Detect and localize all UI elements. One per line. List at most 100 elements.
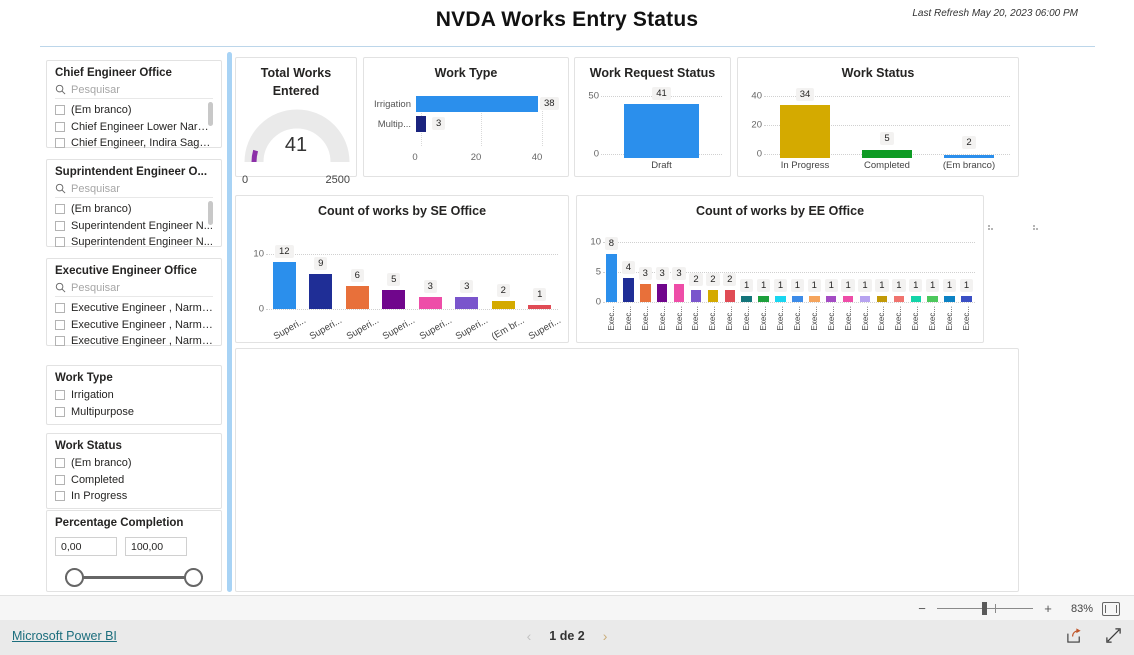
slicer-item-list[interactable]: (Em branco) Superintendent Engineer N...… (55, 201, 213, 251)
slicer-item[interactable]: Superintendent Engineer N... (55, 251, 213, 252)
slicer-item[interactable]: Chief Engineer, Indira Sagar... (55, 135, 213, 152)
bar-slot[interactable]: 5 (846, 90, 928, 159)
slicer-search-row[interactable]: Pesquisar (55, 279, 213, 297)
fullscreen-icon[interactable] (1105, 627, 1122, 649)
slicer-item[interactable]: Executive Engineer , Narma... (55, 350, 213, 351)
visual-count-of-works-by-se-office[interactable]: Count of works by SE Office 10 0 12 9 6 … (235, 195, 569, 343)
range-min-input[interactable]: 0,00 (55, 537, 117, 556)
checkbox-icon[interactable] (55, 319, 65, 330)
range-slider[interactable] (55, 565, 213, 591)
slicer-executive-engineer-office[interactable]: Executive Engineer Office Pesquisar Exec… (46, 258, 222, 347)
bar-slot[interactable]: 3 (654, 226, 671, 303)
bar-slot[interactable]: 2 (688, 226, 705, 303)
previous-page-button[interactable]: ‹ (527, 629, 532, 643)
bar-fill[interactable] (861, 150, 913, 159)
slicer-scrollbar[interactable] (208, 102, 213, 126)
checkbox-icon[interactable] (55, 474, 65, 485)
bar-slot[interactable]: 1 (806, 226, 823, 303)
range-handle-min[interactable] (65, 568, 84, 587)
bar-fill[interactable] (309, 274, 333, 310)
checkbox-icon[interactable] (55, 237, 65, 248)
bar-slot[interactable]: 1 (857, 226, 874, 303)
visual-empty-placeholder[interactable] (235, 348, 1019, 592)
slicer-item-list[interactable]: Irrigation Multipurpose (55, 387, 213, 423)
bar-slot[interactable]: 5 (376, 226, 413, 310)
slicer-item[interactable]: Multipurpose (55, 404, 213, 421)
checkbox-icon[interactable] (55, 105, 65, 116)
bar-fill[interactable] (382, 290, 406, 310)
slicer-item-list[interactable]: (Em branco) Chief Engineer Lower Narm...… (55, 102, 213, 152)
range-max-input[interactable]: 100,00 (125, 537, 187, 556)
bar-slot[interactable]: 1 (874, 226, 891, 303)
bar-fill[interactable] (779, 105, 831, 159)
fit-to-page-icon[interactable] (1102, 601, 1120, 616)
bar-slot[interactable]: 2 (928, 90, 1010, 159)
slicer-item[interactable]: Chief Engineer, Barrahar Ma... (55, 152, 213, 153)
slicer-item[interactable]: Executive Engineer , Narma... (55, 300, 213, 317)
checkbox-icon[interactable] (55, 138, 65, 149)
canvas-scrollbar[interactable] (227, 52, 232, 592)
slicer-item[interactable]: Executive Engineer , Narma... (55, 317, 213, 334)
slicer-item[interactable]: Completed (55, 472, 213, 489)
zoom-slider-thumb[interactable] (982, 602, 987, 615)
bar-slot[interactable]: 1 (907, 226, 924, 303)
slicer-item[interactable]: Superintendent Engineer N... (55, 218, 213, 235)
checkbox-icon[interactable] (55, 303, 65, 314)
bar-fill[interactable] (345, 286, 369, 310)
share-icon[interactable] (1066, 627, 1083, 649)
bar-fill[interactable] (416, 96, 538, 113)
bar-slot[interactable]: 1 (823, 226, 840, 303)
bar-slot[interactable]: 2 (485, 226, 522, 310)
bar-row[interactable]: Irrigation 38 (370, 94, 562, 114)
bar-fill[interactable] (623, 104, 699, 159)
bar-fill[interactable] (491, 301, 515, 310)
visual-work-status[interactable]: Work Status 40 20 0 34 5 2 In Progress C… (737, 57, 1019, 177)
bar-slot[interactable]: 3 (671, 226, 688, 303)
bar-fill[interactable] (640, 284, 651, 303)
bar-fill[interactable] (690, 290, 702, 303)
slicer-search-row[interactable]: Pesquisar (55, 180, 213, 198)
bar-fill[interactable] (826, 296, 837, 303)
bar-fill[interactable] (758, 296, 769, 303)
bar-fill[interactable] (961, 296, 972, 303)
bar-slot[interactable]: 9 (303, 226, 340, 310)
bar-fill[interactable] (775, 296, 786, 303)
bar-fill[interactable] (416, 116, 426, 133)
bar-fill[interactable] (893, 296, 905, 303)
slicer-item[interactable]: (Em branco) (55, 201, 213, 218)
slicer-item[interactable]: In Progress (55, 488, 213, 505)
bar-fill[interactable] (623, 278, 634, 303)
bar-slot[interactable]: 3 (412, 226, 449, 310)
visual-total-works-entered[interactable]: Total Works Entered 41 0 2500 (235, 57, 357, 186)
slicer-percentage-completion[interactable]: Percentage Completion 0,00 100,00 (46, 510, 222, 592)
range-handle-max[interactable] (184, 568, 203, 587)
visual-count-of-works-by-ee-office[interactable]: Count of works by EE Office 10 5 0 8 4 3… (576, 195, 984, 343)
bar-row[interactable]: Multip... 3 (370, 114, 562, 134)
checkbox-icon[interactable] (55, 406, 65, 417)
bar-slot[interactable]: 1 (772, 226, 789, 303)
bar-fill[interactable] (272, 262, 296, 310)
bar-fill[interactable] (656, 284, 668, 303)
bar-fill[interactable] (910, 296, 921, 303)
checkbox-icon[interactable] (55, 204, 65, 215)
zoom-controls[interactable]: − + 83% (916, 596, 1120, 621)
zoom-in-button[interactable]: + (1042, 601, 1054, 616)
slicer-suprintendent-engineer-office[interactable]: Suprintendent Engineer O... Pesquisar (E… (46, 159, 222, 248)
slicer-item-list[interactable]: (Em branco) Completed In Progress (55, 455, 213, 507)
bar-fill[interactable] (944, 296, 955, 303)
slicer-item[interactable]: Executive Engineer , Narma... (55, 333, 213, 350)
bar-slot[interactable]: 8 (603, 226, 620, 303)
visual-work-type[interactable]: Work Type Irrigation 38 Multip... 3 0 20… (363, 57, 569, 177)
slicer-scrollbar[interactable] (208, 201, 213, 225)
slicer-item-list[interactable]: Executive Engineer , Narma... Executive … (55, 300, 213, 350)
slicer-item[interactable]: Superintendent Engineer N... (55, 234, 213, 251)
bar-fill[interactable] (859, 296, 871, 303)
zoom-out-button[interactable]: − (916, 601, 928, 616)
bar-slot[interactable]: 2 (721, 226, 738, 303)
bar-fill[interactable] (673, 284, 685, 303)
bar-slot[interactable]: 3 (449, 226, 486, 310)
bar-fill[interactable] (876, 296, 888, 303)
bar-fill[interactable] (943, 155, 995, 159)
checkbox-icon[interactable] (55, 121, 65, 132)
bar-slot[interactable]: 1 (941, 226, 958, 303)
